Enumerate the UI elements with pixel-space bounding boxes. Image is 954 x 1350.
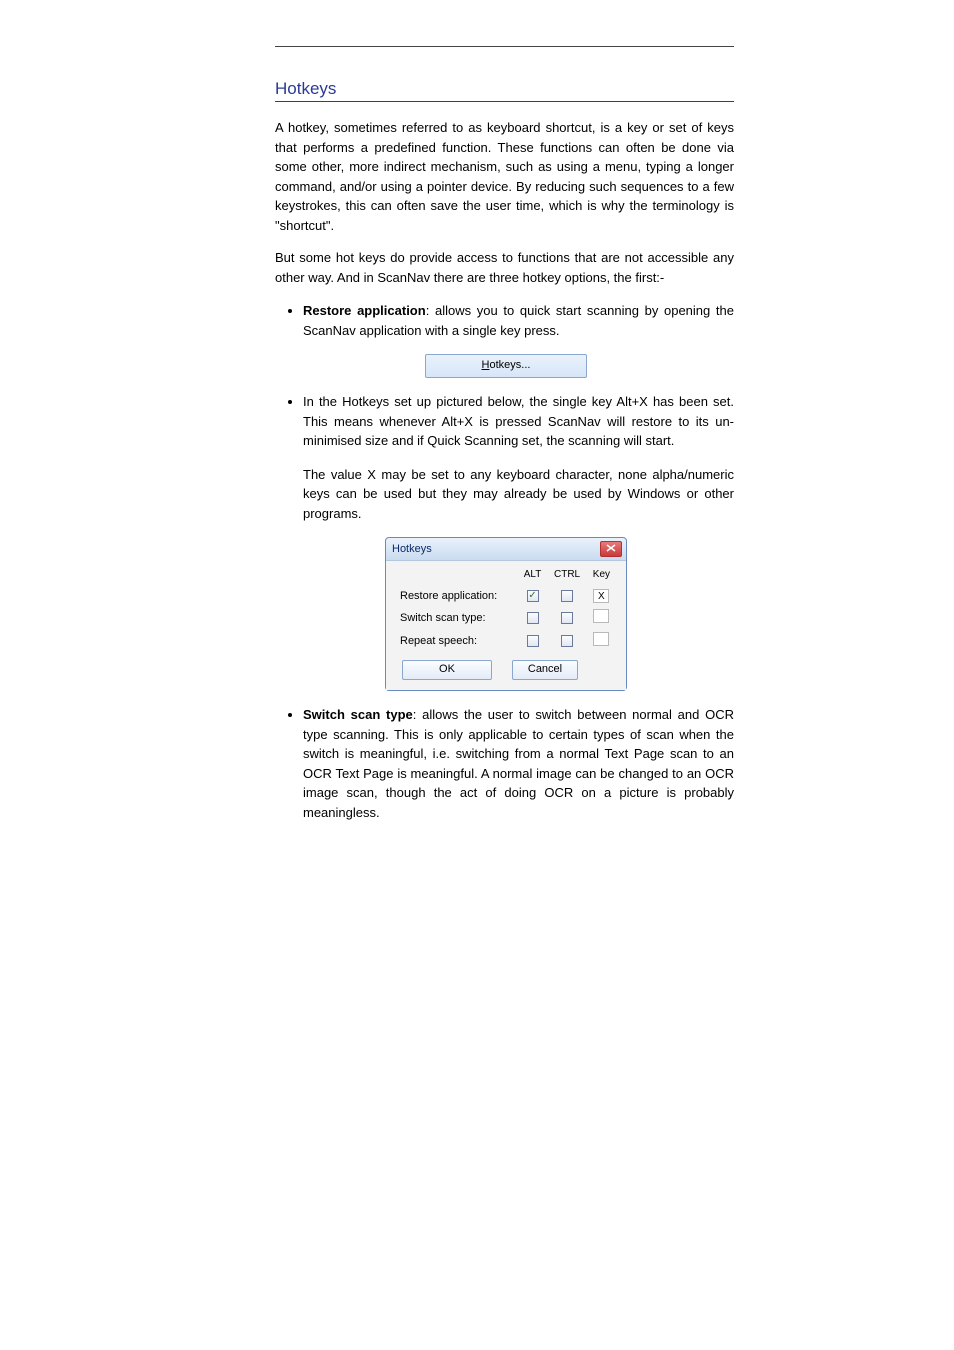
row-label: Repeat speech: [396, 629, 518, 652]
bullet-switch-scan-type: Switch scan type: allows the user to swi… [303, 705, 734, 822]
bullet-lead: Switch scan type [303, 707, 413, 722]
row-label: Switch scan type: [396, 606, 518, 629]
section-rule [275, 101, 734, 102]
alt-checkbox[interactable] [527, 635, 539, 647]
bullet-list-3: Switch scan type: allows the user to swi… [275, 705, 734, 822]
col-alt: ALT [518, 567, 548, 586]
header-rule [275, 46, 734, 47]
hotkeys-dialog-figure: Hotkeys ALT CTRL Key Restore application… [385, 537, 627, 691]
hotkeys-button-figure: Hotkeys... [425, 354, 587, 378]
bullet-extra-paragraph: The value X may be set to any keyboard c… [303, 465, 734, 524]
dialog-button-row: OK Cancel [396, 660, 616, 680]
table-row: Switch scan type: [396, 606, 616, 629]
table-row: Restore application: X [396, 586, 616, 606]
col-ctrl: CTRL [547, 567, 586, 586]
bullet-lead: In the Hotkeys set up [303, 394, 431, 409]
ctrl-checkbox[interactable] [561, 612, 573, 624]
bullet-lead: Restore application [303, 303, 426, 318]
close-icon [606, 544, 616, 552]
dialog-titlebar: Hotkeys [386, 538, 626, 561]
row-label: Restore application: [396, 586, 518, 606]
key-input[interactable] [593, 632, 609, 646]
ctrl-checkbox[interactable] [561, 635, 573, 647]
ok-button[interactable]: OK [402, 660, 492, 680]
page-header [275, 46, 734, 51]
key-input[interactable] [593, 609, 609, 623]
alt-checkbox[interactable] [527, 590, 539, 602]
bullet-text: : allows the user to switch between norm… [303, 707, 734, 820]
intro-paragraph-1: A hotkey, sometimes referred to as keybo… [275, 118, 734, 235]
bullet-hotkeys-setup: In the Hotkeys set up pictured below, th… [303, 392, 734, 451]
document-page: Hotkeys A hotkey, sometimes referred to … [0, 0, 954, 1350]
bullet-list: Restore application: allows you to quick… [275, 301, 734, 340]
alt-checkbox[interactable] [527, 612, 539, 624]
table-row: Repeat speech: [396, 629, 616, 652]
hotkeys-table: ALT CTRL Key Restore application: X Swit… [396, 567, 616, 652]
dialog-close-button[interactable] [600, 541, 622, 557]
intro-paragraph-2: But some hot keys do provide access to f… [275, 248, 734, 287]
bullet-restore-application: Restore application: allows you to quick… [303, 301, 734, 340]
dialog-body: ALT CTRL Key Restore application: X Swit… [386, 561, 626, 690]
table-header-row: ALT CTRL Key [396, 567, 616, 586]
col-key: Key [587, 567, 616, 586]
key-input[interactable]: X [593, 589, 609, 603]
section-heading: Hotkeys [275, 79, 734, 99]
cancel-button[interactable]: Cancel [512, 660, 578, 680]
dialog-title: Hotkeys [392, 543, 432, 555]
bullet-list-2: In the Hotkeys set up pictured below, th… [275, 392, 734, 451]
ctrl-checkbox[interactable] [561, 590, 573, 602]
hotkeys-button-rest: otkeys... [489, 359, 530, 371]
